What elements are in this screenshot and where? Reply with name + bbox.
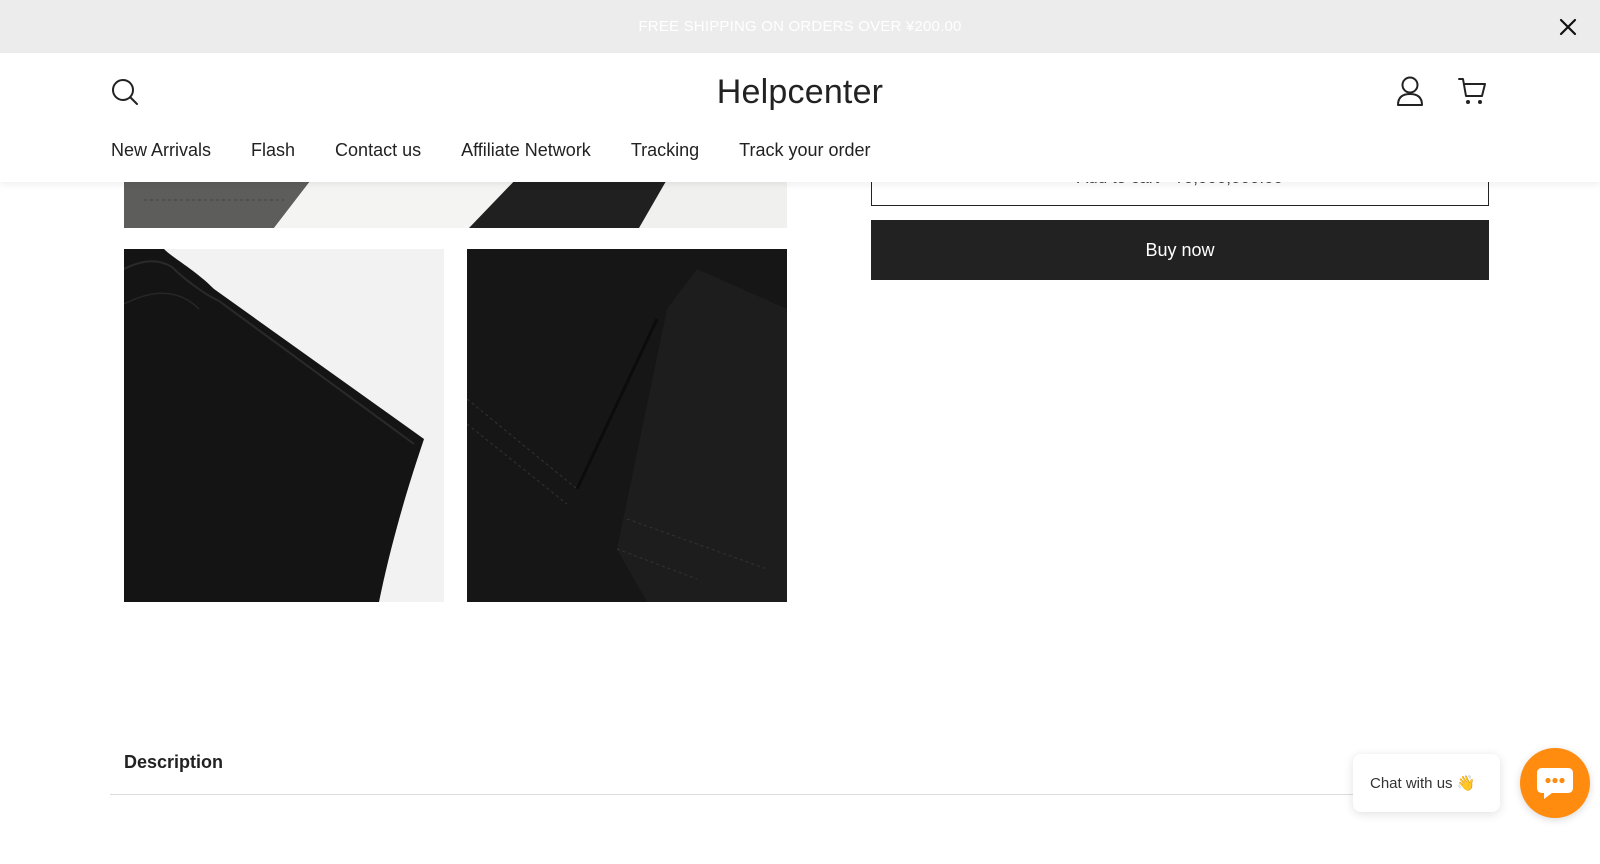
chat-prompt-bubble[interactable]: Chat with us 👋 [1353, 754, 1500, 812]
site-logo: Helpcenter [0, 73, 1600, 112]
close-announcement-button[interactable] [1555, 14, 1581, 40]
cart-icon [1458, 78, 1486, 104]
chat-prompt-text: Chat with us 👋 [1370, 775, 1476, 792]
nav-track-your-order[interactable]: Track your order [739, 140, 870, 161]
description-divider [110, 794, 1490, 795]
product-image-collar[interactable] [124, 249, 444, 602]
buy-now-label: Buy now [1145, 240, 1215, 260]
nav-flash[interactable]: Flash [251, 140, 295, 161]
product-photo-hem-detail [467, 249, 787, 602]
close-icon [1559, 18, 1577, 36]
nav-contact-us[interactable]: Contact us [335, 140, 421, 161]
logo-link[interactable]: Helpcenter [717, 73, 883, 111]
announcement-bar: FREE SHIPPING ON ORDERS OVER ¥200.00 [0, 0, 1600, 53]
site-header: Helpcenter New Arrivals Flash Contact us… [0, 53, 1600, 182]
main-nav: New Arrivals Flash Contact us Affiliate … [111, 140, 871, 161]
nav-new-arrivals[interactable]: New Arrivals [111, 140, 211, 161]
product-photo-collar-detail [124, 249, 444, 602]
tab-description[interactable]: Description [124, 752, 223, 773]
account-button[interactable] [1395, 75, 1425, 107]
nav-affiliate-network[interactable]: Affiliate Network [461, 140, 591, 161]
chat-icon [1537, 768, 1573, 799]
chat-launcher-button[interactable] [1520, 748, 1590, 818]
account-icon [1397, 76, 1423, 106]
product-image-hem[interactable] [467, 249, 787, 602]
buy-now-button[interactable]: Buy now [871, 220, 1489, 280]
announcement-text: FREE SHIPPING ON ORDERS OVER ¥200.00 [638, 18, 962, 35]
cart-button[interactable] [1457, 75, 1487, 107]
nav-tracking[interactable]: Tracking [631, 140, 699, 161]
